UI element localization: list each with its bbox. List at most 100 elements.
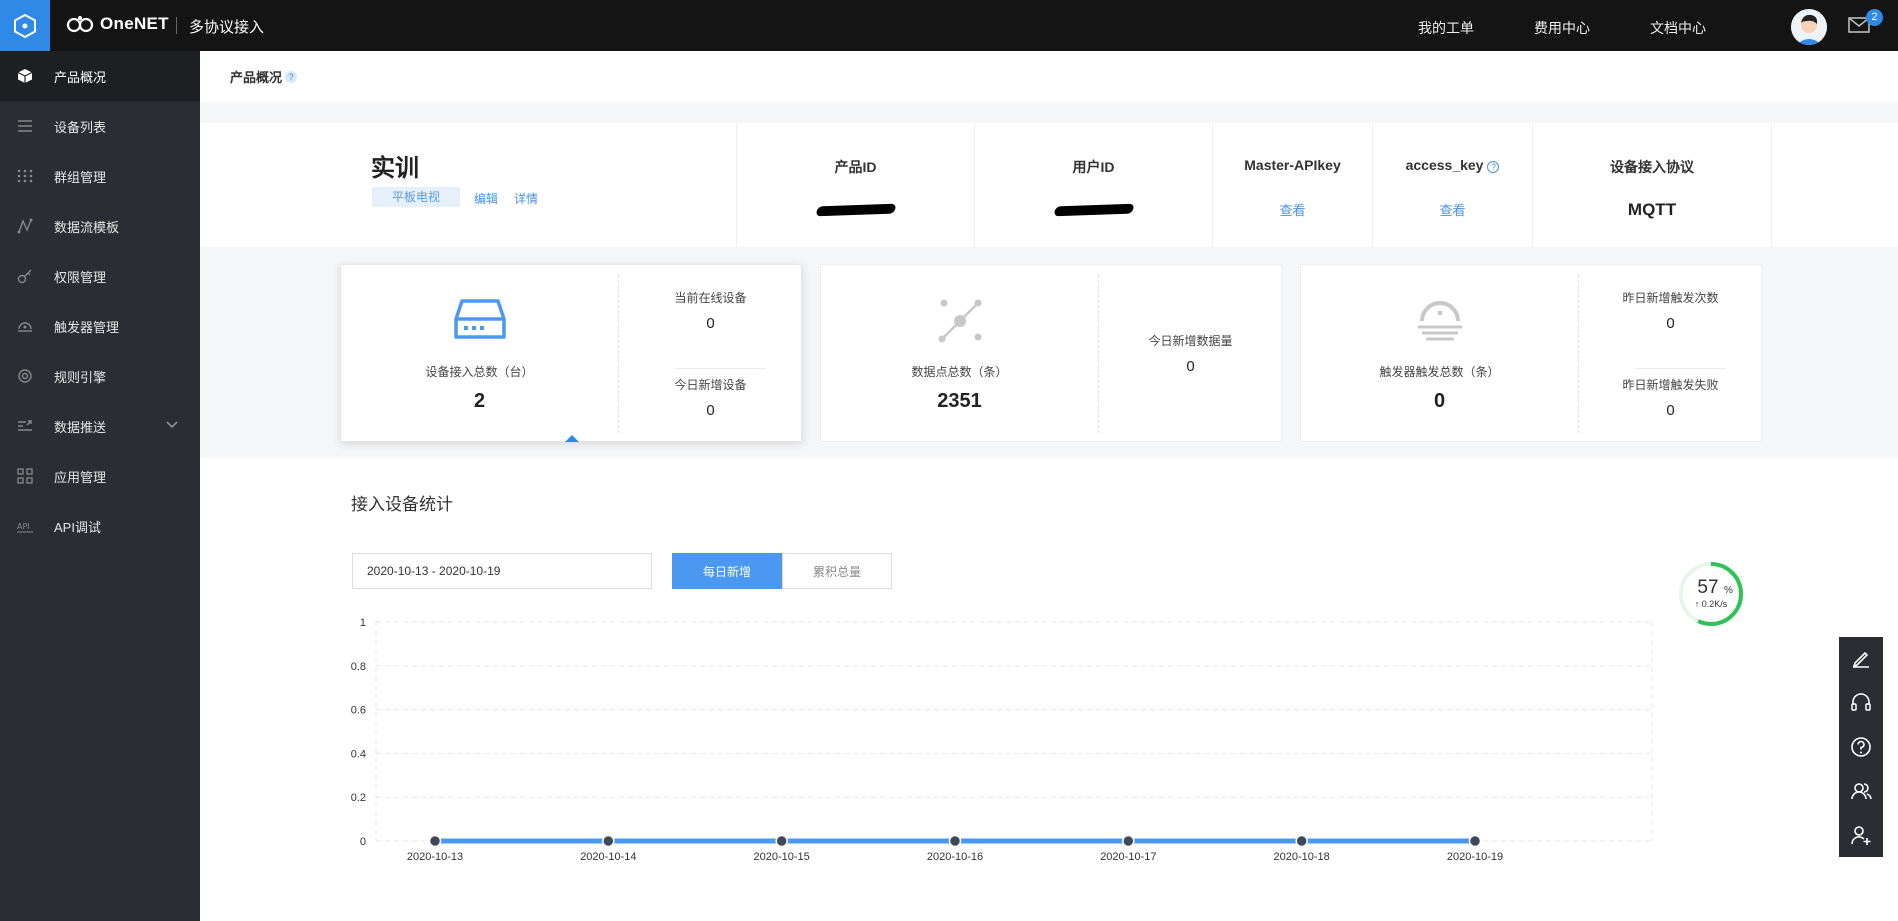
device-stats-card[interactable]: 设备接入总数（台） 2 当前在线设备 0 今日新增设备 0: [340, 264, 802, 442]
billing-link[interactable]: 费用中心: [1534, 18, 1590, 38]
sidebar-item-label: 设备列表: [54, 119, 107, 135]
top-bar: OneNET 多协议接入 我的工单 费用中心 文档中心 2: [0, 0, 1898, 51]
yesterday-triggers: 昨日新增触发次数 0: [1579, 289, 1762, 332]
data-point: [428, 834, 442, 848]
add-user-button[interactable]: [1839, 813, 1883, 857]
hexagon-logo-icon: [14, 13, 36, 38]
sidebar-item-datastream-template[interactable]: 数据流模板: [0, 201, 200, 251]
y-tick-label: 0.4: [351, 748, 366, 760]
view-master-apikey-link[interactable]: 查看: [1213, 200, 1372, 219]
yesterday-trigger-failures: 昨日新增触发失败 0: [1579, 376, 1762, 419]
sidebar-item-label: 规则引擎: [54, 369, 107, 385]
master-apikey-label: Master-APIkey: [1244, 157, 1341, 173]
sidebar-item-rule-engine[interactable]: 规则引擎: [0, 351, 200, 401]
svg-text:API: API: [17, 522, 30, 531]
data-point: [602, 834, 615, 848]
sidebar-item-product-overview[interactable]: 产品概况: [0, 51, 200, 101]
device-stats-panel: 接入设备统计 2020-10-13 - 2020-10-19 每日新增 累积总量…: [200, 458, 1898, 921]
date-range-picker[interactable]: 2020-10-13 - 2020-10-19: [352, 553, 652, 589]
x-tick-label: 2020-10-16: [927, 851, 983, 863]
gauge-rate: ↑ 0.2K/s: [1695, 599, 1728, 609]
sidebar-item-api-debug[interactable]: API API调试: [0, 501, 200, 551]
tab-daily-new[interactable]: 每日新增: [672, 553, 782, 589]
y-tick-label: 0.6: [351, 705, 366, 717]
brand-name: OneNET: [100, 14, 169, 33]
x-tick-label: 2020-10-15: [754, 851, 810, 863]
protocol-column: 设备接入协议 MQTT: [1532, 123, 1772, 247]
new-datapoints-label: 今日新增数据量: [1148, 334, 1233, 348]
page-title: 产品概况: [230, 70, 283, 85]
help-icon[interactable]: ?: [285, 70, 298, 83]
selected-card-pointer: [565, 435, 579, 442]
edit-icon: [1852, 651, 1869, 668]
sidebar-item-label: 触发器管理: [54, 319, 120, 335]
product-id-label: 产品ID: [834, 159, 877, 175]
sidebar-item-label: 数据推送: [54, 419, 107, 435]
datapoint-stats-card[interactable]: 数据点总数（条） 2351 今日新增数据量 0: [820, 264, 1282, 442]
sidebar-item-app-management[interactable]: 应用管理: [0, 451, 200, 501]
my-tickets-link[interactable]: 我的工单: [1418, 18, 1474, 38]
api-icon: API: [17, 522, 33, 533]
product-type-tag: 平板电视: [372, 187, 460, 207]
y-tick-label: 0.2: [351, 792, 366, 804]
trigger-failures-value: 0: [1666, 402, 1675, 419]
help-icon: [1851, 737, 1871, 757]
trigger-failures-label: 昨日新增触发失败: [1622, 378, 1719, 392]
key-icon: [17, 269, 32, 284]
avatar[interactable]: [1791, 9, 1827, 45]
cube-icon: [17, 69, 33, 83]
card-icon-wrap: [341, 297, 618, 341]
onenet-logo-icon: [66, 16, 94, 33]
community-icon: [1851, 783, 1872, 800]
device-total-label: 设备接入总数（台）: [425, 365, 534, 379]
detail-link[interactable]: 详情: [514, 190, 538, 207]
sidebar-item-group-management[interactable]: 群组管理: [0, 151, 200, 201]
y-tick-label: 1: [360, 617, 366, 629]
support-button[interactable]: [1839, 681, 1883, 725]
edit-link[interactable]: 编辑: [474, 190, 498, 207]
protocol-value: MQTT: [1627, 200, 1677, 219]
x-tick-label: 2020-10-13: [407, 851, 463, 863]
sidebar-item-label: 群组管理: [54, 169, 107, 185]
push-icon: [18, 420, 32, 431]
device-icon: [453, 299, 506, 339]
online-devices-label: 当前在线设备: [674, 291, 747, 305]
home-logo-button[interactable]: [0, 0, 50, 51]
data-point: [775, 834, 788, 848]
feedback-button[interactable]: [1839, 637, 1883, 681]
sidebar: 产品概况 设备列表 群组管理 数据流模板 权限管理 触发器管理 规则引擎 数据推…: [0, 51, 200, 921]
new-datapoints-value: 0: [1186, 358, 1195, 375]
community-button[interactable]: [1839, 769, 1883, 813]
datapoint-total-label: 数据点总数（条）: [911, 365, 1008, 379]
product-name: 实训: [371, 155, 419, 182]
gauge-unit: %: [1724, 585, 1733, 596]
breadcrumb: 产品概况 ?: [200, 51, 1898, 102]
new-devices-label: 今日新增设备: [674, 378, 747, 392]
master-apikey-column: Master-APIkey 查看: [1212, 123, 1372, 247]
trigger-total-label: 触发器触发总数（条）: [1379, 365, 1500, 379]
new-devices-value: 0: [706, 402, 715, 419]
gauge-value: 57: [1697, 577, 1718, 598]
access-key-column: access_key ? 查看: [1372, 123, 1532, 247]
sidebar-item-trigger-management[interactable]: 触发器管理: [0, 301, 200, 351]
y-tick-label: 0.8: [351, 661, 366, 673]
section-title: 接入设备统计: [351, 495, 453, 514]
view-access-key-link[interactable]: 查看: [1373, 200, 1532, 219]
sidebar-item-device-list[interactable]: 设备列表: [0, 101, 200, 151]
brand[interactable]: OneNET: [66, 14, 169, 34]
list-icon: [18, 120, 32, 132]
sidebar-item-label: 数据流模板: [54, 219, 120, 235]
trigger-stats-card[interactable]: 触发器触发总数（条） 0 昨日新增触发次数 0 昨日新增触发失败 0: [1300, 264, 1762, 442]
rule-icon: [18, 369, 32, 383]
trigger-icon: [1417, 301, 1462, 341]
data-point: [1295, 834, 1308, 848]
data-point: [1122, 834, 1135, 848]
tab-cumulative[interactable]: 累积总量: [782, 553, 892, 589]
sidebar-item-permission-management[interactable]: 权限管理: [0, 251, 200, 301]
help-icon[interactable]: ?: [1487, 161, 1500, 173]
help-button[interactable]: [1839, 725, 1883, 769]
datapoint-icon: [938, 299, 981, 343]
docs-link[interactable]: 文档中心: [1650, 18, 1706, 38]
sidebar-item-data-push[interactable]: 数据推送: [0, 401, 200, 451]
mail-count-badge: 2: [1866, 9, 1883, 26]
